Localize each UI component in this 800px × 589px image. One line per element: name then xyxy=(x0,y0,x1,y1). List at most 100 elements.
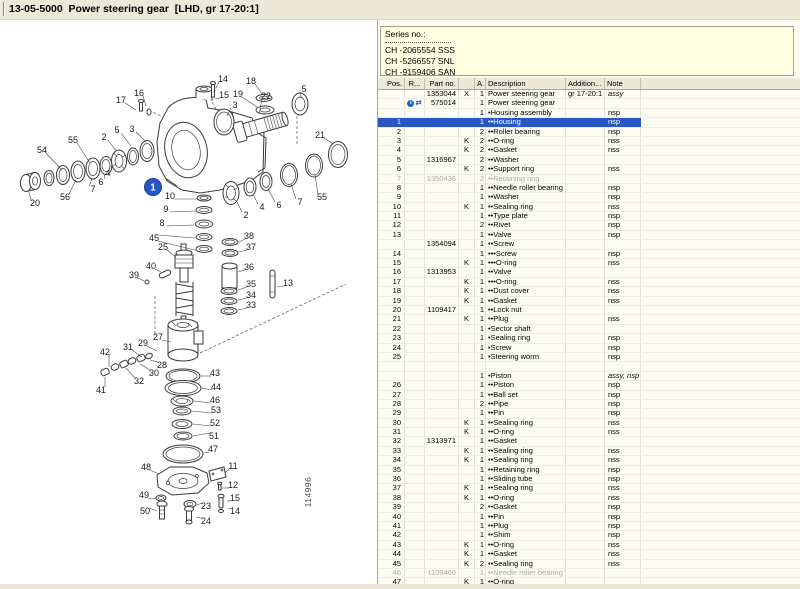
callout-label[interactable]: 2 xyxy=(101,132,106,142)
column-header[interactable]: Description xyxy=(486,78,566,89)
callout-label[interactable]: 15 xyxy=(230,493,240,503)
table-row[interactable]: 13540941••Screw xyxy=(378,240,800,249)
table-row[interactable]: 351••Retaining ringnsp xyxy=(378,466,800,475)
table-row[interactable]: 3K2••O-ringnss xyxy=(378,137,800,146)
callout-label[interactable]: 15 xyxy=(219,90,229,100)
table-row[interactable]: 122••Rivetnsp xyxy=(378,221,800,230)
callout-label[interactable]: 7 xyxy=(297,197,302,207)
callout-label[interactable]: 50 xyxy=(140,506,150,516)
callout-label[interactable]: 39 xyxy=(129,270,139,280)
callout-label[interactable]: 16 xyxy=(134,88,144,98)
callout-label[interactable]: 19 xyxy=(233,89,243,99)
table-row[interactable]: 17K1•••O-ringnss xyxy=(378,278,800,287)
callout-label[interactable]: 47 xyxy=(208,444,218,454)
callout-label[interactable]: 46 xyxy=(210,395,220,405)
callout-label[interactable]: 55 xyxy=(68,135,78,145)
table-row[interactable]: 1•Housing assemblynsp xyxy=(378,109,800,118)
table-row[interactable]: 3213139711••Gasket xyxy=(378,437,800,446)
selected-part-balloon[interactable]: 1 xyxy=(145,179,162,196)
callout-label[interactable]: 52 xyxy=(210,418,220,428)
table-row[interactable]: 11••Housingnsp xyxy=(378,118,800,127)
column-header[interactable]: A. xyxy=(475,78,486,89)
table-row[interactable]: 111••Type platensp xyxy=(378,212,800,221)
callout-label[interactable]: 29 xyxy=(138,338,148,348)
table-row[interactable]: i⇄5750141Power steering gear xyxy=(378,99,800,108)
column-header[interactable] xyxy=(459,78,475,89)
callout-label[interactable]: 6 xyxy=(98,177,103,187)
callout-label[interactable]: 20 xyxy=(30,198,40,208)
table-row[interactable]: 33K1••Sealing ringnss xyxy=(378,447,800,456)
table-row[interactable]: 241•Screwnsp xyxy=(378,344,800,353)
callout-label[interactable]: 9 xyxy=(163,204,168,214)
callout-label[interactable]: 42 xyxy=(100,347,110,357)
table-row[interactable]: 44K1••Gasketnss xyxy=(378,550,800,559)
callout-label[interactable]: 23 xyxy=(201,501,211,511)
column-header[interactable]: Pos. xyxy=(378,78,405,89)
column-header[interactable]: Part no. xyxy=(425,78,459,89)
table-row[interactable]: 38K1••O-ringnss xyxy=(378,494,800,503)
table-row[interactable]: 2011094171••Lock nut xyxy=(378,306,800,315)
table-row[interactable]: 141•••Screwnsp xyxy=(378,250,800,259)
callout-label[interactable]: 44 xyxy=(211,382,221,392)
callout-label[interactable]: 40 xyxy=(146,261,156,271)
callout-label[interactable]: 25 xyxy=(158,242,168,252)
table-row[interactable]: 361••Sliding tubensp xyxy=(378,475,800,484)
callout-label[interactable]: 49 xyxy=(139,490,149,500)
callout-label[interactable]: 41 xyxy=(96,385,106,395)
table-row[interactable]: 411••Plugnsp xyxy=(378,522,800,531)
table-row[interactable]: 30K1••Sealing ringnss xyxy=(378,419,800,428)
table-row[interactable]: 1353044X1Power steering geargr 17-20:1as… xyxy=(378,90,800,99)
table-row[interactable]: 401••Pinnsp xyxy=(378,513,800,522)
callout-label[interactable]: 22 xyxy=(261,91,271,101)
callout-label[interactable]: 38 xyxy=(244,231,254,241)
table-row[interactable]: 1613139531••Valve xyxy=(378,268,800,277)
table-row[interactable]: 261••Pistonnsp xyxy=(378,381,800,390)
table-row[interactable]: 15K1•••O-ringnss xyxy=(378,259,800,268)
table-row[interactable]: 91••Washernsp xyxy=(378,193,800,202)
callout-label[interactable]: 18 xyxy=(246,76,256,86)
callout-label[interactable]: 36 xyxy=(244,262,254,272)
table-row[interactable]: 291••Pinnsp xyxy=(378,409,800,418)
table-row[interactable]: 10K1••Sealing ringnss xyxy=(378,203,800,212)
info-icon[interactable]: i xyxy=(407,100,414,107)
column-header[interactable]: Note xyxy=(605,78,641,89)
callout-label[interactable]: 3 xyxy=(129,124,134,134)
table-row[interactable]: 513169672••Washer xyxy=(378,156,800,165)
table-row[interactable]: 1•Pistonassy, nsp xyxy=(378,372,800,381)
callout-label[interactable]: 48 xyxy=(141,462,151,472)
callout-label[interactable]: 43 xyxy=(210,368,220,378)
callout-label[interactable]: 56 xyxy=(60,192,70,202)
table-row[interactable]: 221•Sector shaft xyxy=(378,325,800,334)
table-row[interactable]: 6K2••Support ringnss xyxy=(378,165,800,174)
table-row[interactable]: 231•Sealing ringnsp xyxy=(378,334,800,343)
callout-label[interactable]: 5 xyxy=(301,84,306,94)
table-row[interactable]: 271••Ball setnsp xyxy=(378,391,800,400)
exchange-icon[interactable]: ⇄ xyxy=(415,99,421,107)
callout-label[interactable]: 31 xyxy=(123,342,133,352)
table-row[interactable]: 18K1••Dust covernss xyxy=(378,287,800,296)
table-row[interactable]: 34K1••Sealing ringnss xyxy=(378,456,800,465)
callout-label[interactable]: 54 xyxy=(37,145,47,155)
callout-label[interactable]: 8 xyxy=(159,218,164,228)
callout-label[interactable]: 37 xyxy=(246,242,256,252)
table-row[interactable]: 251•Steering wormnsp xyxy=(378,353,800,362)
table-row[interactable]: 282••Pipensp xyxy=(378,400,800,409)
callout-label[interactable]: 10 xyxy=(165,191,175,201)
table-row[interactable]: 47K1••O-ring xyxy=(378,578,800,584)
table-row[interactable]: 4611094601••Needle roller bearing xyxy=(378,569,800,578)
callout-label[interactable]: 17 xyxy=(116,95,126,105)
table-row[interactable]: 43K1••O-ringnss xyxy=(378,541,800,550)
callout-label[interactable]: 2 xyxy=(243,210,248,220)
callout-label[interactable]: 53 xyxy=(211,405,221,415)
callout-label[interactable]: 12 xyxy=(228,480,238,490)
table-row[interactable]: 131••Valvensp xyxy=(378,231,800,240)
callout-label[interactable]: 55 xyxy=(317,192,327,202)
table-row[interactable]: 392••Gasketnsp xyxy=(378,503,800,512)
table-row[interactable]: 4K2••Gasketnss xyxy=(378,146,800,155)
callout-label[interactable]: 21 xyxy=(315,130,325,140)
callout-label[interactable]: 32 xyxy=(134,376,144,386)
callout-label[interactable]: 14 xyxy=(218,74,228,84)
column-header[interactable]: Addition... xyxy=(566,78,605,89)
table-row[interactable] xyxy=(378,362,800,371)
column-header[interactable]: R... xyxy=(405,78,425,89)
